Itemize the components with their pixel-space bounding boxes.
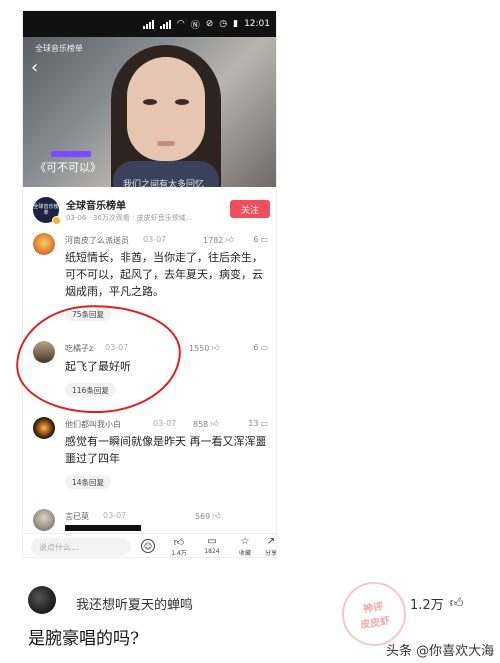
comment-text: 感觉有一瞬间就像是昨天 再一看又浑浑噩噩过了四年 [65, 435, 267, 465]
comment-avatar[interactable] [33, 233, 55, 255]
thumbs-up-icon: 👍︎ [449, 596, 464, 611]
nfc-icon: Ⓝ [190, 20, 200, 31]
video-title: 《可不可以》 [35, 161, 101, 174]
share-icon: ↗ [266, 536, 276, 547]
comment-avatar[interactable] [33, 417, 55, 439]
redaction-bar [65, 525, 141, 531]
view-replies-button[interactable]: 116条回复 [65, 383, 116, 397]
thumbs-up-icon: 👍︎ [225, 235, 234, 244]
video-frame-eye [143, 99, 157, 105]
video-player[interactable]: 全球音乐榜单 ‹ 《可不可以》 我们之间有太多回忆 [23, 37, 276, 187]
comment-date: 03-07 [153, 419, 177, 428]
comment-username[interactable]: 言已莫 [65, 511, 89, 522]
status-time: 12:01 [244, 19, 270, 29]
comment-date: 03-07 [103, 511, 127, 520]
video-frame-eye [175, 99, 189, 105]
like-button[interactable]: 👍︎ 1.4万 [167, 536, 191, 557]
reply-icon: ▭ [260, 419, 268, 428]
comment-replies[interactable]: 6 ▭ [253, 343, 268, 352]
comment-username[interactable]: 吃橘子z [65, 343, 93, 354]
comment-likes[interactable]: 569 👍︎ [195, 511, 221, 521]
battery-icon: ▮ [233, 19, 239, 29]
comment-date: 03-07 [105, 343, 129, 352]
share-label: 分享 [264, 550, 277, 557]
comment-likes[interactable]: 1550 👍︎ [189, 343, 220, 353]
comment-reply-count: 13 [248, 419, 259, 428]
comment-item: 河南皮了么派送员 03-07 1782 👍︎ 6 ▭ 纸短情长，非酋，当你走了，往后… [23, 233, 276, 325]
thumbs-up-icon: 👍︎ [212, 511, 221, 520]
comment-reply-count: 6 [253, 235, 259, 244]
video-frame-lip [157, 141, 175, 146]
thumbs-up-icon: 👍︎ [173, 537, 185, 548]
thumbs-up-icon: 👍︎ [211, 343, 220, 352]
signal-icon [159, 19, 171, 29]
channel-meta: 03-06 · 36万次观看 · 皮皮虾音乐领域... [66, 214, 193, 222]
share-button[interactable]: ↗ 分享 [259, 536, 277, 557]
star-icon: ☆ [240, 536, 250, 547]
alarm-icon: ◷ [219, 19, 228, 29]
wifi-icon: ◠ [176, 19, 185, 29]
favorite-label: 收藏 [238, 550, 251, 557]
view-replies-button[interactable]: 75条回复 [65, 307, 112, 321]
comment-like-count: 1782 [203, 235, 224, 245]
comment-date: 03-07 [143, 235, 167, 244]
view-replies-button[interactable]: 14条回复 [65, 475, 112, 489]
video-subtitle: 我们之间有太多回忆 [123, 180, 205, 187]
emoji-icon[interactable]: ☺ [141, 539, 155, 553]
back-icon[interactable]: ‹ [31, 57, 38, 78]
comment-item: 言已莫 03-07 569 👍︎ [23, 509, 276, 533]
comment-button[interactable]: ▭ 1824 [200, 536, 224, 555]
comment-icon: ▭ [207, 536, 217, 547]
comment-count: 1824 [204, 548, 220, 555]
comment-like-count: 569 [195, 511, 211, 521]
mute-icon: ⊘ [205, 19, 214, 29]
featured-comment-likes[interactable]: 1.2万 👍︎ [410, 594, 463, 613]
follow-button[interactable]: 关注 [230, 200, 270, 218]
comment-likes[interactable]: 1782 👍︎ [203, 235, 234, 245]
video-badge [51, 151, 91, 157]
comment-replies[interactable]: 6 ▭ [253, 235, 268, 244]
comment-item: 吃橘子z 03-07 1550 👍︎ 6 ▭ 起飞了最好听 116条回复 [23, 341, 276, 405]
channel-name[interactable]: 全球音乐榜单 [66, 197, 126, 212]
reply-icon: ▭ [260, 235, 268, 244]
comment-item: 他们都叫我小白 03-07 858 👍︎ 13 ▭ 感觉有一瞬间就像是昨天 再一看又… [23, 417, 276, 497]
channel-header: 全球音乐榜单 全球音乐榜单 03-06 · 36万次观看 · 皮皮虾音乐领域..… [23, 191, 276, 229]
featured-comment-text: 是腕豪唱的吗? [28, 629, 140, 649]
status-bar: ◠ Ⓝ ⊘ ◷ ▮ 12:01 [23, 11, 276, 37]
featured-like-count: 1.2万 [410, 598, 444, 613]
comment-like-count: 1550 [189, 343, 210, 353]
comment-avatar[interactable] [33, 341, 55, 363]
thumbs-up-icon: 👍︎ [210, 419, 219, 428]
channel-avatar-text: 全球音乐榜单 [33, 204, 59, 216]
verified-badge-icon [52, 216, 61, 225]
comment-username[interactable]: 河南皮了么派送员 [65, 235, 129, 246]
featured-comment-username[interactable]: 我还想听夏天的蝉鸣 [76, 594, 193, 613]
comment-like-count: 858 [193, 419, 209, 429]
comment-likes[interactable]: 858 👍︎ [193, 419, 219, 429]
favorite-button[interactable]: ☆ 收藏 [233, 536, 257, 557]
bottom-action-bar: 说点什么... ☺ 👍︎ 1.4万 ▭ 1824 ☆ 收藏 ↗ 分享 [23, 533, 277, 557]
watermark: 头条 @你喜欢大海 [386, 644, 495, 659]
stamp-text-bottom: 皮皮虾 [359, 615, 391, 631]
video-channel-tag: 全球音乐榜单 [35, 44, 83, 53]
signal-icon [142, 19, 154, 29]
comment-replies[interactable]: 13 ▭ [248, 419, 268, 428]
comment-text: 纸短情长，非酋，当你走了，往后余生，可不可以，起风了，去年夏天，病变，云烟成雨，… [65, 251, 263, 298]
comment-text: 起飞了最好听 [65, 360, 131, 373]
phone-screenshot: ◠ Ⓝ ⊘ ◷ ▮ 12:01 全球音乐榜单 ‹ 《可不可以》 我们之间有太多回… [22, 10, 277, 558]
reply-icon: ▭ [260, 343, 268, 352]
featured-comment-avatar[interactable] [28, 586, 56, 614]
like-count: 1.4万 [171, 550, 187, 557]
comment-avatar[interactable] [33, 509, 55, 531]
comment-input[interactable]: 说点什么... [31, 538, 131, 556]
comment-reply-count: 6 [253, 343, 259, 352]
comment-username[interactable]: 他们都叫我小白 [65, 419, 121, 430]
